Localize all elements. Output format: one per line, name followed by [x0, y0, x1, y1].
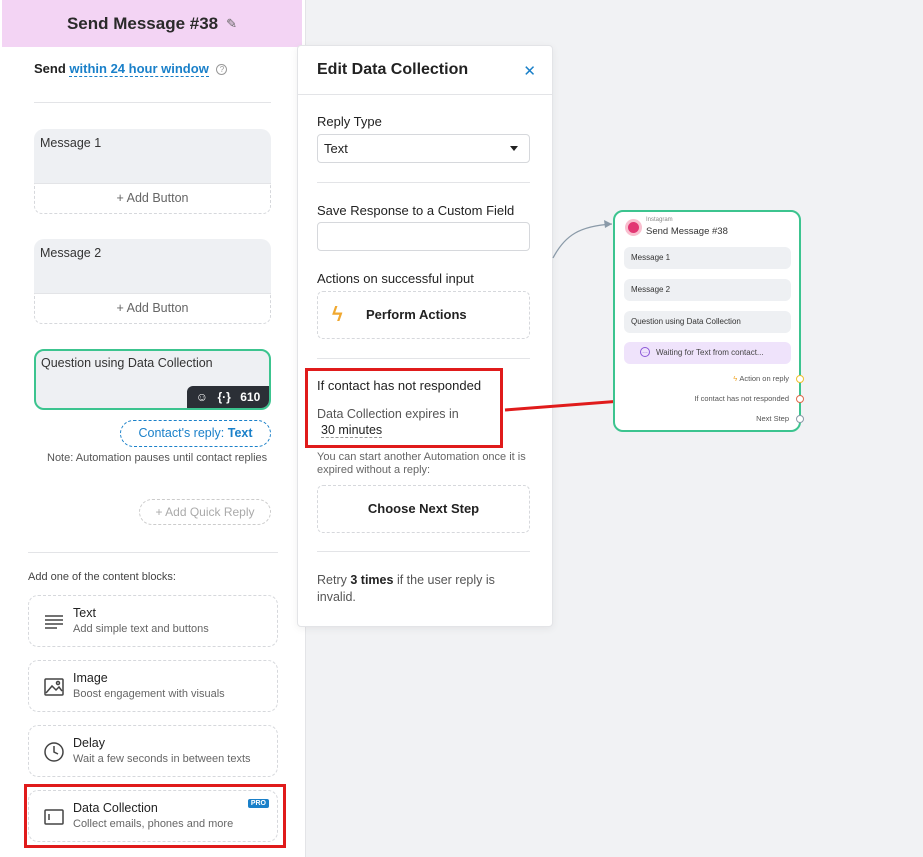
connector-arrowhead — [604, 220, 612, 228]
node-platform: Instagram — [646, 217, 673, 223]
flow-connector-line — [552, 223, 613, 259]
flow-node-card[interactable]: Instagram Send Message #38 Message 1 Mes… — [613, 210, 804, 432]
chat-bubble-icon: … — [640, 347, 650, 357]
node-item: Message 2 — [624, 279, 791, 301]
next-step-port[interactable] — [796, 415, 804, 423]
action-on-reply-port[interactable] — [796, 375, 804, 383]
action-on-reply-label: Action on reply — [739, 374, 789, 383]
node-title: Send Message #38 — [646, 226, 728, 237]
not-responded-output-label[interactable]: If contact has not responded — [694, 394, 789, 403]
waiting-text: Waiting for Text from contact... — [656, 348, 764, 357]
node-item: Question using Data Collection — [624, 311, 791, 333]
node-waiting-item: … Waiting for Text from contact... — [624, 342, 791, 364]
node-item: Message 1 — [624, 247, 791, 269]
action-on-reply-output[interactable]: ϟ Action on reply — [733, 374, 789, 383]
instagram-icon — [625, 219, 642, 236]
lightning-icon: ϟ — [733, 374, 738, 383]
next-step-output-label[interactable]: Next Step — [756, 414, 789, 423]
not-responded-port[interactable] — [796, 395, 804, 403]
